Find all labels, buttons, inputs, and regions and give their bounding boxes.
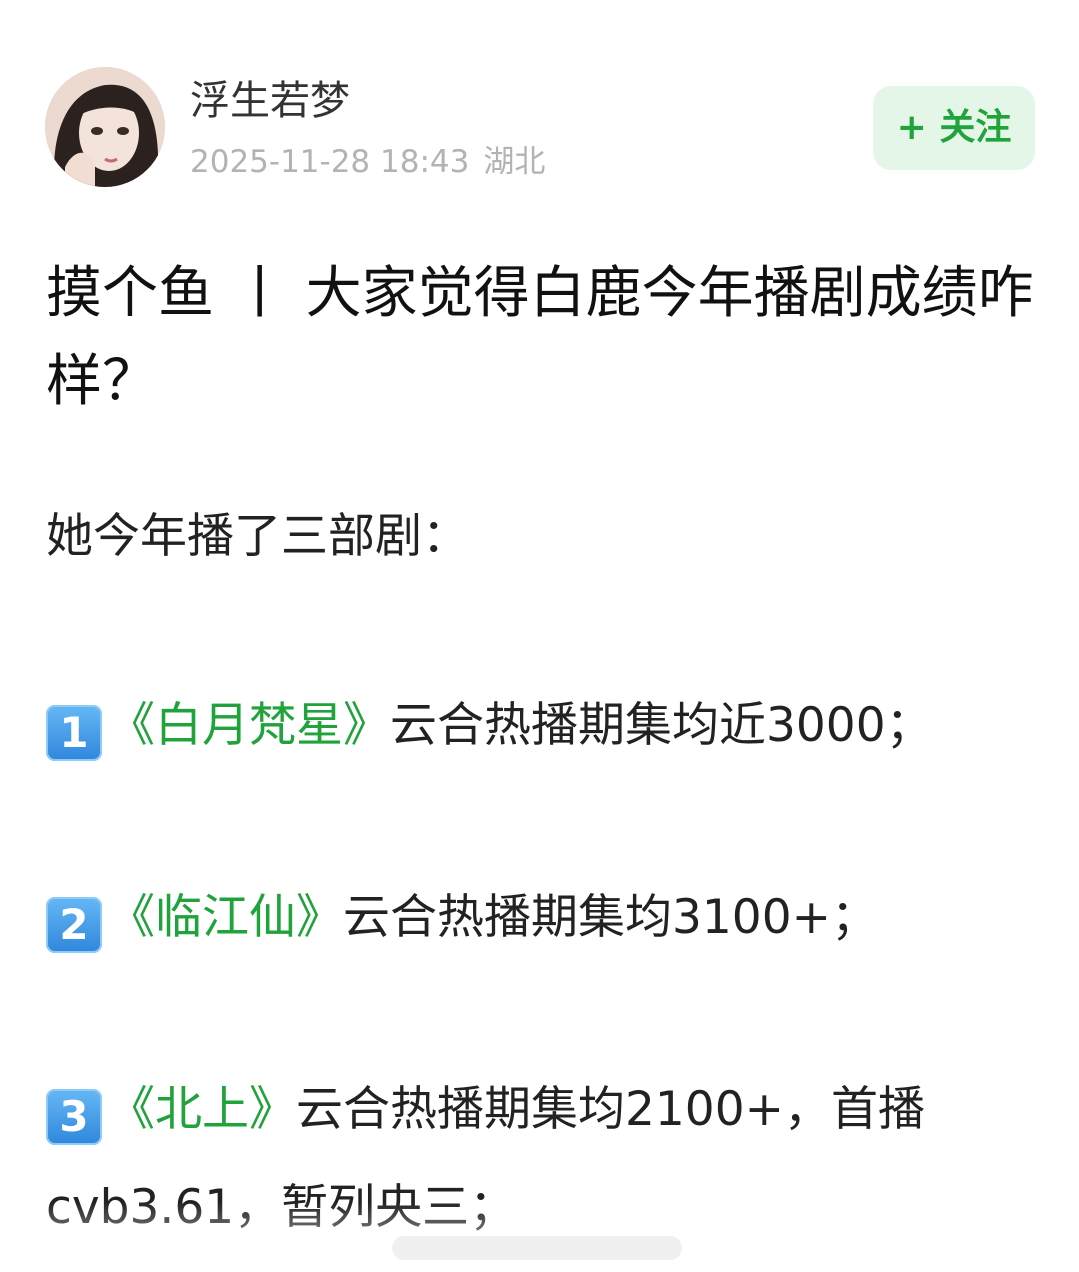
image-pager-indicator bbox=[392, 1236, 682, 1260]
follow-button[interactable]: + 关注 bbox=[873, 86, 1035, 170]
avatar[interactable] bbox=[45, 67, 165, 187]
post-header: 浮生若梦 2025-11-28 18:43 湖北 + 关注 bbox=[0, 0, 1079, 200]
avatar-portrait-icon bbox=[45, 67, 165, 187]
keycap-1-icon: 1 bbox=[46, 705, 102, 761]
list-item-text: 云合热播期集均近3000； bbox=[390, 698, 933, 753]
list-item-text: 云合热播期集均2100+，首播 bbox=[296, 1082, 925, 1137]
post-timestamp: 2025-11-28 18:43 bbox=[190, 144, 470, 180]
drama-link[interactable]: 《临江仙》 bbox=[108, 890, 343, 945]
keycap-3-icon: 3 bbox=[46, 1089, 102, 1145]
drama-link[interactable]: 《白月梵星》 bbox=[108, 698, 390, 753]
list-item-text: 云合热播期集均3100+； bbox=[343, 890, 878, 945]
keycap-2-icon: 2 bbox=[46, 897, 102, 953]
author-name[interactable]: 浮生若梦 bbox=[190, 76, 350, 126]
post-title: 摸个鱼 丨 大家觉得白鹿今年播剧成绩咋样？ bbox=[46, 261, 1034, 414]
drama-link[interactable]: 《北上》 bbox=[108, 1082, 296, 1137]
post-location: 湖北 bbox=[483, 144, 546, 180]
list-item: 3 《北上》云合热播期集均2100+，首播 bbox=[46, 1078, 925, 1145]
post-meta: 2025-11-28 18:43 湖北 bbox=[190, 142, 545, 182]
list-item: 2 《临江仙》云合热播期集均3100+； bbox=[46, 886, 878, 953]
list-item: 1 《白月梵星》云合热播期集均近3000； bbox=[46, 694, 933, 761]
post-intro: 她今年播了三部剧： bbox=[46, 509, 469, 564]
